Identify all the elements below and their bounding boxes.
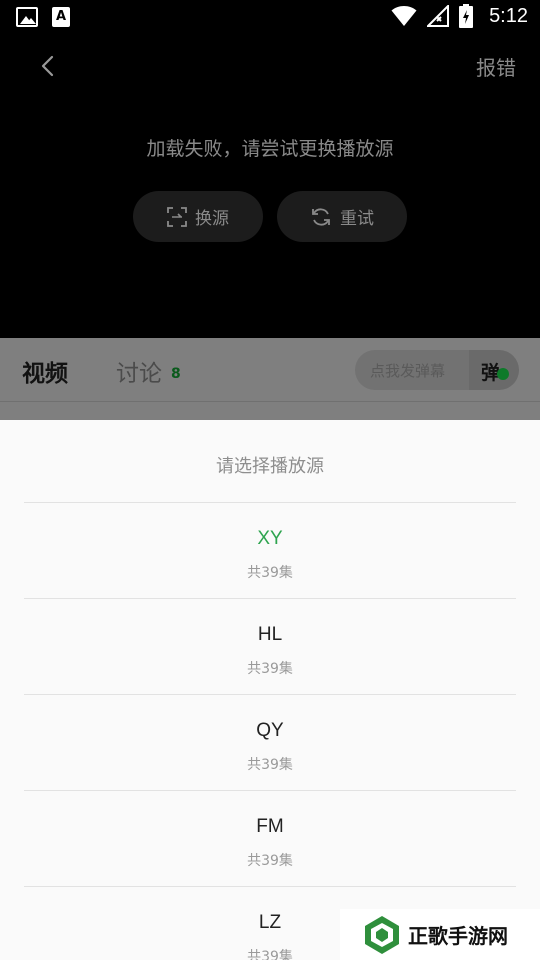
content-tabs: 视频 讨论 8 点我发弹幕 弹 xyxy=(0,338,540,402)
battery-icon xyxy=(459,4,474,28)
source-item[interactable]: HL 共39集 xyxy=(24,598,516,694)
source-name: XY xyxy=(257,528,283,549)
retry-button[interactable]: 重试 xyxy=(277,191,407,242)
image-icon xyxy=(16,7,38,27)
change-source-button[interactable]: 换源 xyxy=(133,191,263,242)
retry-label: 重试 xyxy=(340,209,374,229)
status-bar-left: A xyxy=(16,7,70,27)
episode-count: 共39集 xyxy=(247,565,293,581)
watermark: 正歌手游网 xyxy=(340,909,540,960)
danmu-input[interactable]: 点我发弹幕 xyxy=(370,360,445,381)
signal-icon xyxy=(427,5,450,27)
video-player: 报错 加载失败，请尝试更换播放源 换源 重试 xyxy=(0,36,540,338)
episode-count: 共39集 xyxy=(247,853,293,869)
back-arrow-icon[interactable] xyxy=(36,54,60,78)
source-name: QY xyxy=(256,720,284,741)
refresh-icon xyxy=(312,207,330,226)
load-error-message: 加载失败，请尝试更换播放源 xyxy=(146,138,394,160)
source-name: FM xyxy=(256,816,284,837)
status-bar: A 5:12 xyxy=(0,0,540,36)
danmu-bar: 点我发弹幕 弹 xyxy=(355,350,519,390)
dim-overlay[interactable] xyxy=(0,402,540,420)
tab-discuss[interactable]: 讨论 xyxy=(116,354,162,388)
wifi-icon xyxy=(391,6,417,26)
switch-source-icon xyxy=(167,206,187,227)
episode-count: 共39集 xyxy=(247,757,293,773)
source-select-sheet: 请选择播放源 XY 共39集 HL 共39集 QY 共39集 FM 共39集 L… xyxy=(0,420,540,960)
discuss-count-badge: 8 xyxy=(171,366,181,382)
status-time: 5:12 xyxy=(489,4,528,27)
source-item[interactable]: FM 共39集 xyxy=(24,790,516,886)
danmu-toggle-button[interactable]: 弹 xyxy=(469,350,519,390)
watermark-logo-icon xyxy=(365,915,399,954)
tab-video[interactable]: 视频 xyxy=(22,354,68,388)
source-item[interactable]: XY 共39集 xyxy=(24,502,516,598)
change-source-label: 换源 xyxy=(195,209,229,229)
status-bar-right: 5:12 xyxy=(391,4,528,28)
episode-count: 共39集 xyxy=(247,661,293,677)
source-name: HL xyxy=(257,624,283,645)
report-error-button[interactable]: 报错 xyxy=(476,52,516,81)
watermark-text: 正歌手游网 xyxy=(408,924,508,948)
source-item[interactable]: QY 共39集 xyxy=(24,694,516,790)
a-app-icon: A xyxy=(52,7,70,27)
check-icon xyxy=(497,368,509,380)
sheet-title: 请选择播放源 xyxy=(216,456,324,477)
